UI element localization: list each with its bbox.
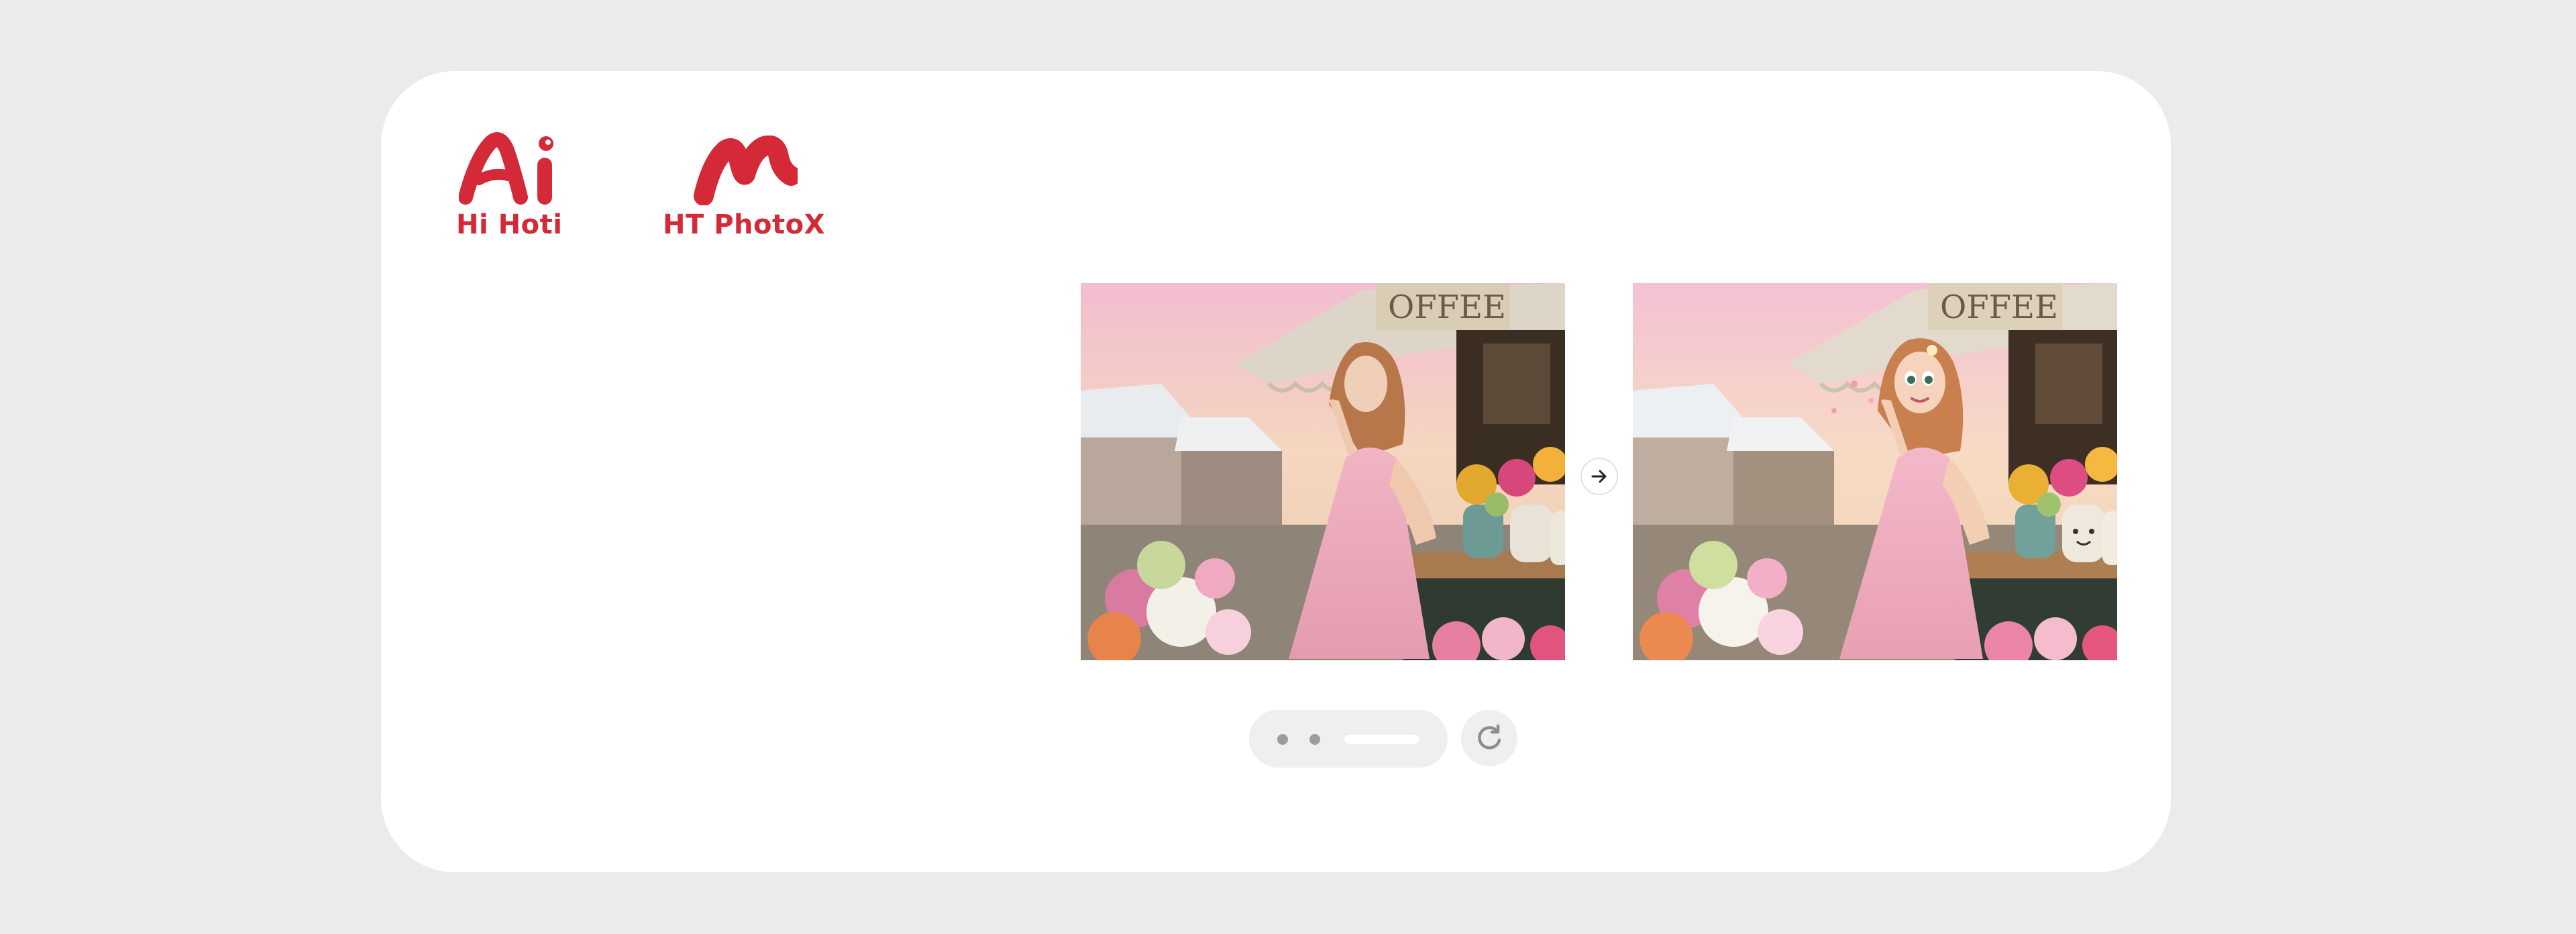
hi-hoti-logo-label: Hi Hoti xyxy=(456,209,563,240)
carousel-pager xyxy=(1249,710,1448,768)
after-photo: OFFEE xyxy=(1633,283,2117,660)
svg-text:OFFEE: OFFEE xyxy=(1940,289,2058,326)
before-photo: OFFEE xyxy=(1081,283,1565,660)
hi-hoti-logo[interactable]: Hi Hoti xyxy=(456,130,562,240)
compare-arrow-button[interactable] xyxy=(1580,458,1618,495)
ht-photox-logo-label: HT PhotoX xyxy=(663,209,825,240)
pager-dot-active[interactable] xyxy=(1344,735,1419,744)
ht-photox-logo[interactable]: HT PhotoX xyxy=(663,136,825,240)
pager-dot-1[interactable] xyxy=(1277,734,1288,745)
svg-text:OFFEE: OFFEE xyxy=(1388,289,1506,326)
arrow-right-icon xyxy=(1591,470,1607,483)
hi-hoti-logo-icon xyxy=(459,132,554,205)
pager-dot-2[interactable] xyxy=(1309,734,1320,745)
ht-photox-logo-icon xyxy=(693,136,798,205)
refresh-icon xyxy=(1478,724,1501,749)
refresh-button[interactable] xyxy=(1461,710,1517,766)
demo-card: Hi Hoti HT PhotoX OFFEE OFFEE xyxy=(381,71,2171,872)
